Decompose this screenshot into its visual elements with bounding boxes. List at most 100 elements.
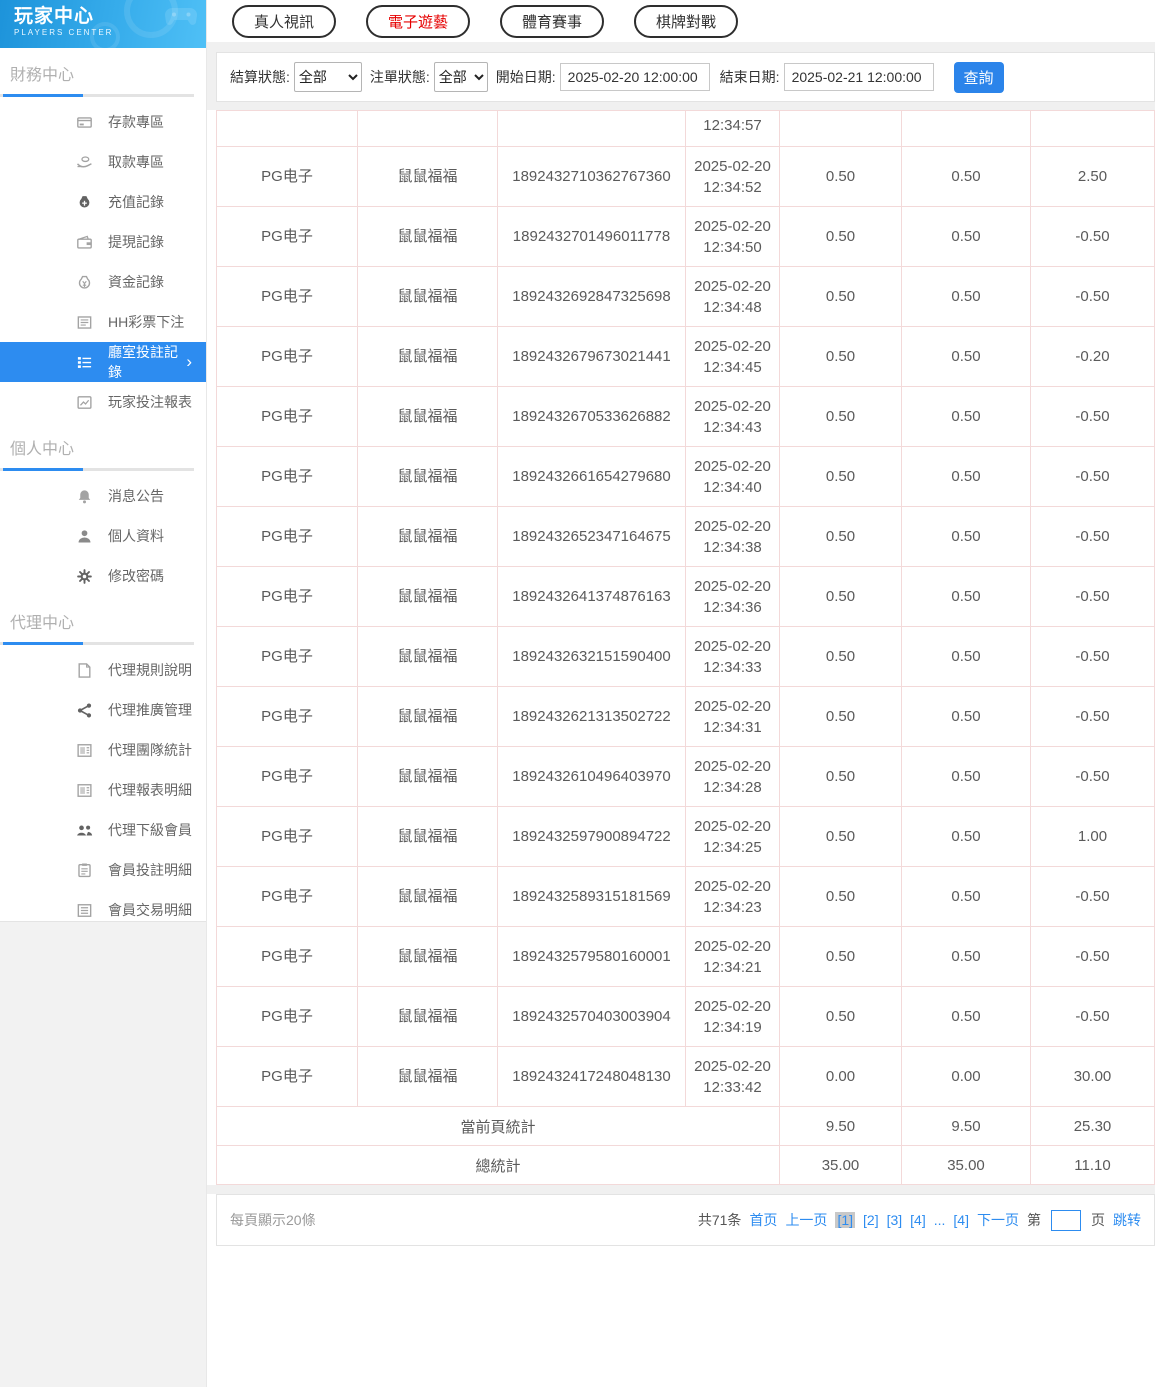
sidebar-item-member-trans-detail[interactable]: 會員交易明細	[0, 890, 206, 930]
category-tab[interactable]: 棋牌對戰	[634, 4, 739, 38]
category-tabbar: 真人視訊 電子遊藝 體育賽事 棋牌對戰	[207, 0, 1155, 42]
page-summary-row: 當前頁統計 9.50 9.50 25.30	[216, 1106, 1155, 1146]
bet-amount-cell: 0.50	[779, 446, 902, 507]
sidebar-item-label: 資金記錄	[108, 274, 164, 290]
notice-bell-icon	[76, 488, 93, 505]
page-link[interactable]: [2]	[863, 1212, 879, 1228]
first-page-link[interactable]: 首页	[749, 1210, 777, 1230]
sidebar-item-label: 取款專區	[108, 154, 164, 170]
bet-time-cell: 2025-02-20 12:34:33	[685, 626, 780, 687]
jump-suffix-text: 页	[1091, 1212, 1105, 1228]
settle-status-select[interactable]: 全部	[293, 62, 362, 92]
page-link[interactable]: [4]	[910, 1212, 926, 1228]
order-id-cell: 1892432632151590400	[497, 626, 686, 687]
player-report-icon	[76, 394, 93, 411]
sidebar-item-label: 玩家投注報表	[108, 394, 192, 410]
sidebar-section-title: 財務中心	[10, 67, 75, 84]
win-loss-cell: -0.50	[1030, 266, 1155, 327]
jump-action-link[interactable]: 跳转	[1113, 1210, 1141, 1230]
valid-bet-cell: 0.50	[901, 266, 1031, 327]
bet-time-cell: 12:34:57	[685, 110, 780, 147]
bet-records-table: 12:34:57 PG电子 鼠鼠福福 1892432710362767360 2025…	[216, 110, 1155, 1185]
win-loss-cell: -0.20	[1030, 326, 1155, 387]
win-loss-cell: 2.50	[1030, 146, 1155, 207]
sidebar-item-label: 代理下級會員	[108, 822, 192, 838]
sidebar-item-funds-record[interactable]: 資金記錄	[0, 262, 206, 302]
category-tab[interactable]: 體育賽事	[500, 4, 605, 38]
sidebar-item-agent-report-detail[interactable]: 代理報表明細	[0, 770, 206, 810]
jump-page-input[interactable]	[1051, 1209, 1081, 1231]
next-page-link[interactable]: 下一页	[977, 1210, 1019, 1230]
win-loss-cell: -0.50	[1030, 626, 1155, 687]
sidebar-section: 財務中心存款專區取款專區充值記錄提現記錄資金記錄 HH彩票下注 廳室投註記錄 › 玩家投…	[0, 61, 206, 422]
bet-amount-cell: 0.50	[779, 686, 902, 747]
bet-amount-cell: 0.50	[779, 206, 902, 267]
bet-amount-cell: 0.50	[779, 266, 902, 327]
sidebar-item-agent-members[interactable]: 代理下級會員	[0, 810, 206, 850]
sidebar-item-label: 提現記錄	[108, 234, 164, 250]
valid-bet-cell: 0.50	[901, 146, 1031, 207]
sidebar-item-password-gear[interactable]: 修改密碼	[0, 556, 206, 596]
sidebar-item-agent-team-report[interactable]: 代理團隊統計	[0, 730, 206, 770]
bet-time-cell: 2025-02-20 12:34:45	[685, 326, 780, 387]
page-link[interactable]: [3]	[887, 1212, 903, 1228]
page-ellipsis: ...	[933, 1212, 946, 1228]
total-summary-bet: 35.00	[779, 1145, 902, 1185]
sidebar-item-agent-promo-share[interactable]: 代理推廣管理	[0, 690, 206, 730]
game-cell: 鼠鼠福福	[357, 806, 498, 867]
valid-bet-cell: 0.50	[901, 686, 1031, 747]
page-link-current[interactable]: [1]	[835, 1212, 856, 1228]
sidebar-item-recharge-record[interactable]: 充值記錄	[0, 182, 206, 222]
win-loss-cell: -0.50	[1030, 986, 1155, 1047]
total-summary-label: 總統計	[216, 1145, 780, 1185]
provider-cell: PG电子	[216, 986, 358, 1047]
sidebar-item-deposit[interactable]: 存款專區	[0, 102, 206, 142]
logo-circle-decoration	[90, 22, 120, 48]
sidebar-item-profile-person[interactable]: 個人資料	[0, 516, 206, 556]
sidebar-item-player-report[interactable]: 玩家投注報表	[0, 382, 206, 422]
bet-amount-cell: 0.00	[779, 1046, 902, 1107]
prev-page-link[interactable]: 上一页	[785, 1210, 827, 1230]
sidebar-item-label: 代理規則說明	[108, 662, 192, 678]
sidebar-item-agent-rules-doc[interactable]: 代理規則說明	[0, 650, 206, 690]
valid-bet-cell	[901, 110, 1031, 147]
provider-cell: PG电子	[216, 566, 358, 627]
sidebar-item-lottery-bet[interactable]: HH彩票下注	[0, 302, 206, 342]
bet-amount-cell: 0.50	[779, 986, 902, 1047]
page-summary-valid-bet: 9.50	[901, 1106, 1031, 1146]
win-loss-cell: 1.00	[1030, 806, 1155, 867]
order-id-cell: 1892432701496011778	[497, 206, 686, 267]
search-button[interactable]: 查詢	[953, 61, 1004, 93]
sidebar-section-title: 個人中心	[10, 441, 75, 458]
hall-bet-record-icon	[76, 354, 93, 371]
sidebar-item-notice-bell[interactable]: 消息公告	[0, 476, 206, 516]
category-tab[interactable]: 真人視訊	[232, 4, 337, 38]
order-id-cell: 1892432597900894722	[497, 806, 686, 867]
provider-cell: PG电子	[216, 746, 358, 807]
bet-amount-cell: 0.50	[779, 326, 902, 387]
section-underline	[0, 642, 194, 645]
sidebar-item-member-bet-detail[interactable]: 會員投註明細	[0, 850, 206, 890]
order-status-select[interactable]: 全部	[433, 62, 488, 92]
table-row: PG电子 鼠鼠福福 1892432597900894722 2025-02-20 12:…	[216, 806, 1155, 867]
order-status-label: 注單狀態:	[369, 69, 430, 85]
provider-cell: PG电子	[216, 386, 358, 447]
sidebar-item-withdraw[interactable]: 取款專區	[0, 142, 206, 182]
valid-bet-cell: 0.00	[901, 1046, 1031, 1107]
valid-bet-cell: 0.50	[901, 626, 1031, 687]
page-link[interactable]: [4]	[953, 1212, 969, 1228]
table-row: PG电子 鼠鼠福福 1892432710362767360 2025-02-20 12:…	[216, 146, 1155, 207]
bet-time-cell: 2025-02-20 12:34:31	[685, 686, 780, 747]
win-loss-cell: -0.50	[1030, 566, 1155, 627]
end-date-input[interactable]	[783, 63, 934, 91]
sidebar-item-hall-bet-record[interactable]: 廳室投註記錄 ›	[0, 342, 206, 382]
order-id-cell: 1892432641374876163	[497, 566, 686, 627]
game-cell: 鼠鼠福福	[357, 146, 498, 207]
sidebar: 玩家中心 PLAYERS CENTER 財務中心 存款專區 取款專區 充值記錄 提現記錄…	[0, 0, 207, 1387]
win-loss-cell: -0.50	[1030, 506, 1155, 567]
provider-cell: PG电子	[216, 206, 358, 267]
win-loss-cell: 30.00	[1030, 1046, 1155, 1107]
start-date-input[interactable]	[559, 63, 710, 91]
sidebar-item-withdrawal-record[interactable]: 提現記錄	[0, 222, 206, 262]
category-tab-active[interactable]: 電子遊藝	[366, 4, 471, 38]
